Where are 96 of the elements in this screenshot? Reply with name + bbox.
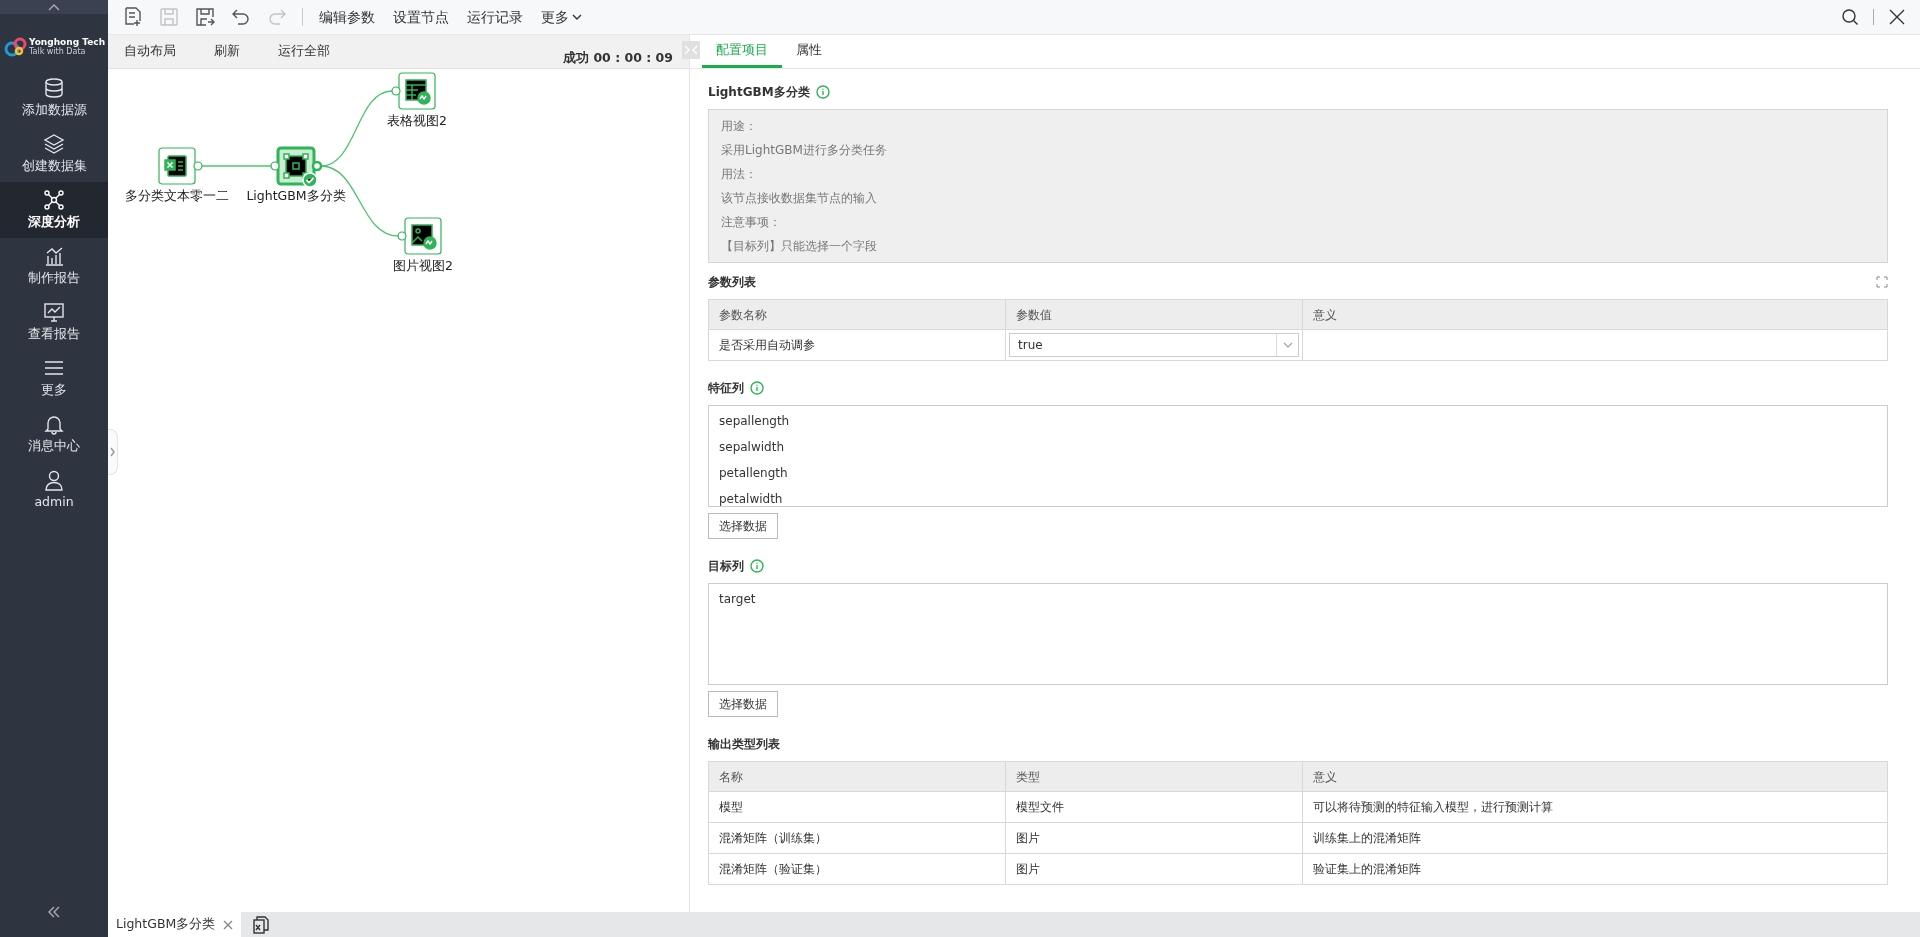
table-cell: 图片 [1005,822,1303,854]
bar-chart-icon [43,244,65,267]
field-list[interactable]: target [708,583,1888,685]
logo-rings-icon [2,36,27,58]
brand-tagline: Talk with Data [28,46,87,57]
table-view-node[interactable] [398,72,436,110]
panel-tab[interactable]: 属性 [782,35,836,68]
sidebar-item[interactable]: 深度分析 [0,182,108,238]
canvas-toolbar-button[interactable]: 自动布局 [124,42,176,61]
info-icon[interactable] [750,559,764,573]
sidebar-item[interactable]: 添加数据源 [0,70,108,126]
database-icon [43,76,65,99]
info-icon[interactable] [750,381,764,395]
elapsed-time: 00 : 00 : 09 [593,49,673,68]
table-cell: 模型文件 [1005,791,1303,823]
toolbar-menu[interactable]: 编辑参数 [317,6,377,28]
save-as-icon[interactable] [194,6,216,28]
close-icon[interactable] [1888,8,1906,26]
sidebar-item[interactable]: 创建数据集 [0,126,108,182]
info-icon[interactable] [815,85,830,99]
field-item[interactable]: petalwidth [719,486,1877,506]
layers-icon [43,132,65,155]
connector-line [201,165,272,167]
toolbar-menu[interactable]: 运行记录 [465,6,525,28]
column-header: 名称 [708,761,1006,792]
section-title: 参数列表 [708,274,756,291]
table-cell: 验证集上的混淆矩阵 [1302,853,1888,885]
field-item[interactable]: sepalwidth [719,434,1877,460]
select-data-button[interactable]: 选择数据 [708,691,778,717]
output-port[interactable] [193,161,203,171]
field-item[interactable]: target [719,586,1877,612]
sidebar-item[interactable]: admin [0,462,108,518]
document-tab[interactable]: LightGBM多分类 [108,912,242,937]
chevron-right-icon [110,447,115,457]
table-cell: 可以将待预测的特征输入模型，进行预测计算 [1302,791,1888,823]
input-port[interactable] [397,231,407,241]
field-list[interactable]: sepallength sepalwidth petallength petalwidth [708,405,1888,507]
double-chevron-left-icon[interactable] [46,905,62,919]
sidebar-item[interactable]: 消息中心 [0,406,108,462]
description-line: 该节点接收数据集节点的输入 [721,190,878,207]
description-line: 【目标列】只能选择一个字段 [721,238,878,255]
section-title: 目标列 [708,558,744,575]
param-name: 是否采用自动调参 [708,329,1006,361]
node-label: 图片视图2 [393,257,453,275]
canvas-toolbar-button[interactable]: 运行全部 [278,42,330,61]
input-port[interactable] [391,86,401,96]
run-status: 成功 [563,49,590,68]
node-label: 表格视图2 [387,112,447,130]
chevron-up-icon[interactable] [47,2,61,12]
select-data-button[interactable]: 选择数据 [708,513,778,539]
column-header: 意义 [1302,299,1888,330]
section-title: 输出类型列表 [708,736,780,753]
spreadsheet-node[interactable] [158,147,196,185]
description-line: 采用LightGBM进行多分类任务 [721,142,888,159]
sidebar-item[interactable]: 更多 [0,350,108,406]
model-node[interactable] [276,146,318,188]
description-line: 用途： [721,118,758,135]
section-title: 特征列 [708,380,744,397]
table-cell: 训练集上的混淆矩阵 [1302,822,1888,854]
document-icon[interactable] [251,915,270,934]
value-dropdown[interactable]: true [1009,333,1299,357]
description-line: 用法： [721,166,758,183]
close-icon [223,919,234,930]
sidebar-item[interactable]: 制作报告 [0,238,108,294]
brand-name: Yonghong Tech [28,37,106,47]
caret-down-icon [1282,342,1293,348]
expand-icon[interactable] [1876,276,1888,288]
column-header: 参数名称 [708,299,1006,330]
table-cell: 模型 [708,791,1006,823]
description-line: 注意事项： [721,214,782,231]
column-header: 参数值 [1005,299,1303,330]
collapse-handle[interactable] [108,429,118,475]
field-item[interactable]: sepallength [719,408,1877,434]
canvas-toolbar-button[interactable]: 刷新 [214,42,240,61]
field-item[interactable]: petallength [719,460,1877,486]
column-header: 意义 [1302,761,1888,792]
table-cell: 图片 [1005,853,1303,885]
toolbar-menu[interactable]: 更多 [539,6,584,28]
table-cell: 混淆矩阵（验证集） [708,853,1006,885]
output-port[interactable] [311,160,323,172]
new-document-icon[interactable] [122,6,144,28]
caret-down-icon [572,13,582,21]
node-label: 多分类文本零一二 [125,187,229,205]
monitor-chart-icon [43,300,65,323]
image-view-node[interactable] [404,217,442,255]
input-port[interactable] [270,161,280,171]
node-label: LightGBM多分类 [246,187,346,205]
table-cell: 混淆矩阵（训练集） [708,822,1006,854]
column-header: 类型 [1005,761,1303,792]
toolbar-menu[interactable]: 设置节点 [391,6,451,28]
collapse-arrows-icon [684,44,698,56]
user-icon [43,468,65,491]
section-title: LightGBM多分类 [708,84,810,101]
network-nodes-icon [43,188,65,211]
sidebar-item[interactable]: 查看报告 [0,294,108,350]
search-icon[interactable] [1841,8,1859,26]
